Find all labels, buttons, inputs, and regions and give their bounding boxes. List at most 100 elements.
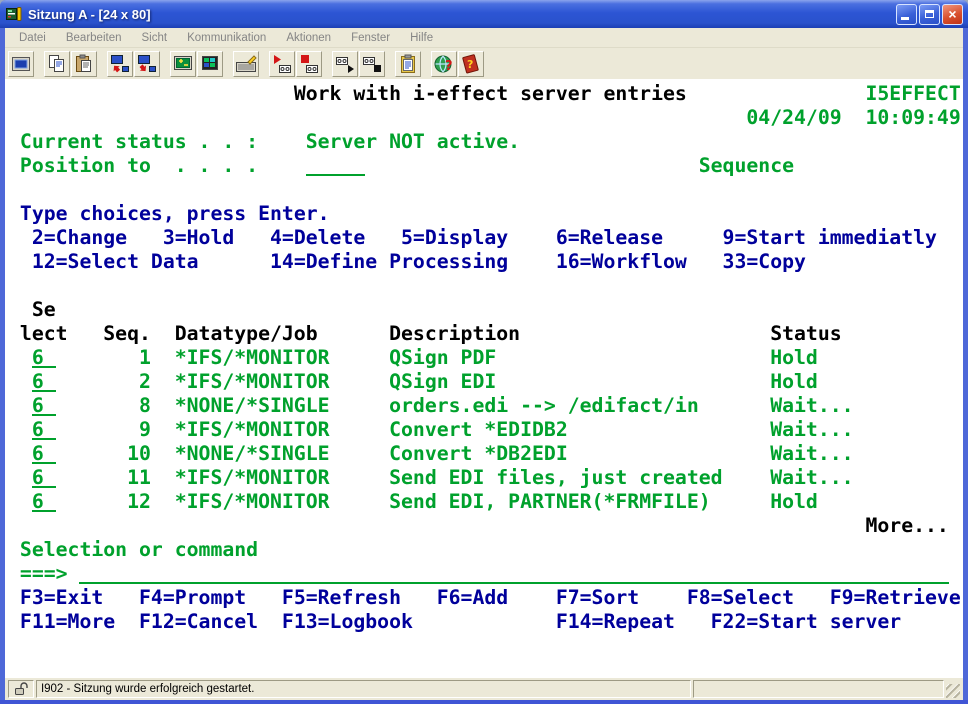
- seq-value: 12: [103, 490, 151, 514]
- description-value: QSign EDI: [389, 370, 496, 394]
- options-line-2: 12=Select Data 14=Define Processing 16=W…: [8, 250, 963, 274]
- receive-file-icon: [109, 53, 131, 75]
- tool-bar: ? ?: [5, 48, 963, 79]
- screen-title: Work with i-effect server entries: [294, 82, 687, 106]
- select-input[interactable]: 6: [32, 418, 56, 440]
- col-header-status: Status: [770, 322, 841, 346]
- menu-bearbeiten[interactable]: Bearbeiten: [56, 30, 132, 46]
- security-unlocked-icon: [14, 682, 28, 696]
- close-icon: ×: [948, 7, 956, 21]
- table-header-line-2: lect Seq. Datatype/Job Description Statu…: [8, 322, 963, 346]
- paste-icon: [73, 53, 95, 75]
- more-line: More...: [8, 514, 963, 538]
- select-input[interactable]: 6: [32, 346, 56, 368]
- select-input[interactable]: 6: [32, 394, 56, 416]
- keyboard-setup-button[interactable]: [233, 51, 259, 77]
- display-setup-button[interactable]: [170, 51, 196, 77]
- terminal-screen[interactable]: Work with i-effect server entries I5EFFE…: [5, 79, 963, 678]
- menu-kommunikation[interactable]: Kommunikation: [177, 30, 276, 46]
- instruction-text: Type choices, press Enter.: [20, 202, 330, 226]
- command-input[interactable]: [79, 562, 948, 584]
- macro-play-stop-button[interactable]: [332, 51, 358, 77]
- help-button[interactable]: ?: [458, 51, 484, 77]
- emulator-window: Sitzung A - [24 x 80] × Datei Bearbeiten…: [0, 0, 968, 704]
- macro-play-button[interactable]: [269, 51, 295, 77]
- current-status-label: Current status . . :: [20, 130, 258, 154]
- maximize-button[interactable]: [919, 4, 940, 25]
- datatype-value: *IFS/*MONITOR: [175, 490, 330, 514]
- table-row: 6 9 *IFS/*MONITOR Convert *EDIDB2 Wait..…: [8, 418, 963, 442]
- fkeys-text-2: F11=More F12=Cancel F13=Logbook F14=Repe…: [20, 610, 901, 634]
- more-indicator: More...: [865, 514, 948, 538]
- description-value: orders.edi --> /edifact/in: [389, 394, 699, 418]
- seq-value: 1: [103, 346, 151, 370]
- command-line: ===>: [8, 562, 963, 586]
- options-text-2: 12=Select Data 14=Define Processing 16=W…: [32, 250, 806, 274]
- table-row: 6 11 *IFS/*MONITOR Send EDI files, just …: [8, 466, 963, 490]
- clipboard-button[interactable]: [395, 51, 421, 77]
- description-value: Convert *DB2EDI: [389, 442, 568, 466]
- web-help-icon: ?: [433, 53, 455, 75]
- datetime-line: 04/24/09 10:09:49: [8, 106, 963, 130]
- keyboard-setup-icon: [235, 53, 257, 75]
- description-value: QSign PDF: [389, 346, 496, 370]
- table-row: 6 12 *IFS/*MONITOR Send EDI, PARTNER(*FR…: [8, 490, 963, 514]
- paste-button[interactable]: [71, 51, 97, 77]
- status-value: Hold: [770, 490, 818, 514]
- status-value: Hold: [770, 370, 818, 394]
- menu-hilfe[interactable]: Hilfe: [400, 30, 443, 46]
- security-panel: [8, 680, 34, 698]
- macro-record-button[interactable]: [296, 51, 322, 77]
- svg-text:?: ?: [445, 59, 453, 74]
- receive-file-button[interactable]: [107, 51, 133, 77]
- col-header-seq: Seq.: [103, 322, 151, 346]
- copy-button[interactable]: [44, 51, 70, 77]
- select-input[interactable]: 6: [32, 442, 56, 464]
- table-row: 6 2 *IFS/*MONITOR QSign EDI Hold: [8, 370, 963, 394]
- session-window-button[interactable]: [8, 51, 34, 77]
- app-icon: [6, 6, 22, 22]
- fkeys-text-1: F3=Exit F4=Prompt F5=Refresh F6=Add F7=S…: [20, 586, 961, 610]
- macro-record-stop-button[interactable]: [359, 51, 385, 77]
- table-row: 6 8 *NONE/*SINGLE orders.edi --> /edifac…: [8, 394, 963, 418]
- position-to-label: Position to . . . .: [20, 154, 258, 178]
- menu-datei[interactable]: Datei: [9, 30, 56, 46]
- title-bar[interactable]: Sitzung A - [24 x 80] ×: [0, 0, 968, 28]
- datatype-value: *IFS/*MONITOR: [175, 370, 330, 394]
- position-to-input[interactable]: [306, 154, 366, 176]
- select-input[interactable]: 6: [32, 490, 56, 512]
- color-setup-button[interactable]: [197, 51, 223, 77]
- datatype-value: *IFS/*MONITOR: [175, 418, 330, 442]
- menu-aktionen[interactable]: Aktionen: [276, 30, 341, 46]
- options-line-1: 2=Change 3=Hold 4=Delete 5=Display 6=Rel…: [8, 226, 963, 250]
- datatype-value: *NONE/*SINGLE: [175, 394, 330, 418]
- web-help-button[interactable]: ?: [431, 51, 457, 77]
- minimize-button[interactable]: [896, 4, 917, 25]
- send-file-button[interactable]: [134, 51, 160, 77]
- macro-play-icon: [271, 53, 293, 75]
- menu-sicht[interactable]: Sicht: [131, 30, 177, 46]
- screen-title-line: Work with i-effect server entries I5EFFE…: [8, 82, 963, 106]
- status-message-panel: I902 - Sitzung wurde erfolgreich gestart…: [36, 680, 691, 698]
- seq-value: 11: [103, 466, 151, 490]
- status-value: Wait...: [770, 394, 853, 418]
- clipboard-icon: [397, 53, 419, 75]
- macro-record-stop-icon: [361, 53, 383, 75]
- fkeys-line-2: F11=More F12=Cancel F13=Logbook F14=Repe…: [8, 610, 963, 634]
- instruction-line: Type choices, press Enter.: [8, 202, 963, 226]
- close-button[interactable]: ×: [942, 4, 963, 25]
- help-icon: ?: [460, 53, 482, 75]
- menu-fenster[interactable]: Fenster: [341, 30, 400, 46]
- selection-label: Selection or command: [20, 538, 258, 562]
- status-value: Wait...: [770, 418, 853, 442]
- resize-grip[interactable]: [946, 684, 960, 698]
- fkeys-line-1: F3=Exit F4=Prompt F5=Refresh F6=Add F7=S…: [8, 586, 963, 610]
- status-value: Wait...: [770, 442, 853, 466]
- select-input[interactable]: 6: [32, 466, 56, 488]
- position-to-line: Position to . . . . Sequence: [8, 154, 963, 178]
- options-text-1: 2=Change 3=Hold 4=Delete 5=Display 6=Rel…: [32, 226, 937, 250]
- select-input[interactable]: 6: [32, 370, 56, 392]
- datatype-value: *IFS/*MONITOR: [175, 466, 330, 490]
- display-setup-icon: [172, 53, 194, 75]
- copy-icon: [46, 53, 68, 75]
